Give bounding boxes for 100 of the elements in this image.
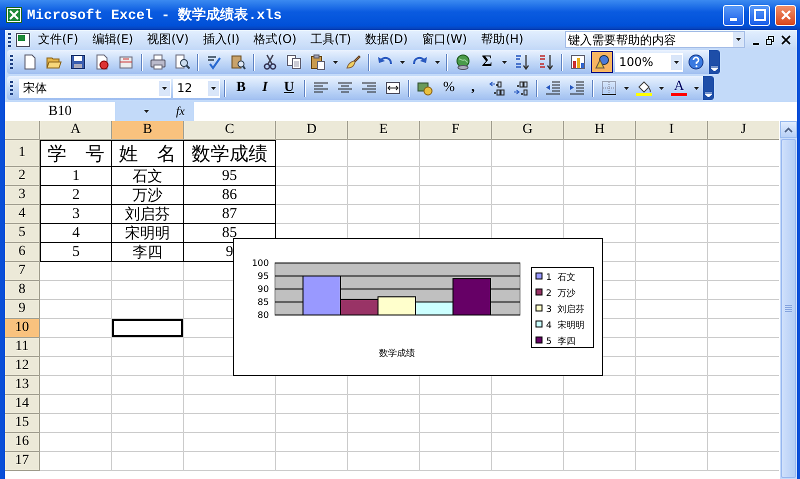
column-header[interactable]: D xyxy=(276,121,348,140)
close-button[interactable] xyxy=(775,4,796,26)
minimize-button[interactable] xyxy=(723,4,744,26)
row-header[interactable]: 10 xyxy=(5,319,40,338)
row-header[interactable]: 11 xyxy=(5,338,40,357)
row-header[interactable]: 16 xyxy=(5,433,40,452)
menu-item[interactable]: 帮助(H) xyxy=(474,30,530,49)
row-header[interactable]: 13 xyxy=(5,376,40,395)
row-header[interactable]: 17 xyxy=(5,452,40,471)
grip-icon xyxy=(785,305,792,312)
percent-button[interactable]: % xyxy=(438,77,460,99)
menu-item[interactable]: 文件(F) xyxy=(31,30,86,49)
currency-icon xyxy=(417,80,433,96)
menu-item[interactable]: 窗口(W) xyxy=(414,30,474,49)
comma-button[interactable]: , xyxy=(462,77,484,99)
toolbar-options-button[interactable] xyxy=(703,76,714,100)
shapes-button[interactable] xyxy=(591,51,613,73)
row-header[interactable]: 1 xyxy=(5,140,40,167)
column-header[interactable]: H xyxy=(564,121,636,140)
legend-label: 1 石文 xyxy=(546,273,576,283)
column-header[interactable]: J xyxy=(708,121,779,140)
sort-descending-icon xyxy=(538,54,554,70)
function-label[interactable]: fx xyxy=(176,102,194,121)
table-cell xyxy=(40,357,112,376)
maximize-button[interactable] xyxy=(749,4,770,26)
italic-button[interactable]: I xyxy=(254,77,276,99)
caret-icon xyxy=(736,38,741,41)
menu-item[interactable]: 视图(V) xyxy=(140,30,196,49)
table-cell xyxy=(40,414,112,433)
menu-item[interactable]: 插入(I) xyxy=(196,30,247,49)
table-cell xyxy=(276,433,348,452)
caret-icon xyxy=(162,86,167,90)
column-header[interactable]: G xyxy=(492,121,564,140)
font-color-button[interactable]: A xyxy=(668,77,690,99)
table-cell xyxy=(420,186,492,205)
table-cell: 学 号 xyxy=(40,140,112,167)
table-cell xyxy=(420,167,492,186)
row-header[interactable]: 6 xyxy=(5,243,40,262)
row-header[interactable]: 3 xyxy=(5,186,40,205)
row-header[interactable]: 8 xyxy=(5,281,40,300)
column-header[interactable]: A xyxy=(40,121,112,140)
print-icon xyxy=(150,54,166,70)
table-cell xyxy=(40,300,112,319)
row-header[interactable]: 15 xyxy=(5,414,40,433)
menu-item[interactable]: 格式(O) xyxy=(246,30,304,49)
save-icon xyxy=(70,54,86,70)
chevron-icon xyxy=(711,66,718,71)
brush-icon xyxy=(345,54,361,70)
table-cell xyxy=(348,140,420,167)
chart-icon xyxy=(570,54,586,70)
book-icon xyxy=(230,54,246,70)
merge-center-icon xyxy=(385,80,401,96)
table-cell xyxy=(636,262,708,281)
table-cell xyxy=(636,224,708,243)
print-preview-icon xyxy=(174,54,190,70)
axis-tick-label: 95 xyxy=(258,272,269,282)
row-header[interactable]: 9 xyxy=(5,300,40,319)
shapes-icon xyxy=(594,54,610,70)
bold-button[interactable]: B xyxy=(230,77,252,99)
caret-icon xyxy=(674,60,679,64)
table-cell xyxy=(348,414,420,433)
table-cell xyxy=(564,452,636,471)
table-cell xyxy=(420,414,492,433)
autosum-button[interactable]: Σ xyxy=(476,51,498,73)
scrollbar-thumb[interactable] xyxy=(781,139,796,478)
toolbar-options-button[interactable] xyxy=(709,50,720,74)
row-header[interactable]: 2 xyxy=(5,167,40,186)
row-header[interactable]: 7 xyxy=(5,262,40,281)
table-cell: 95 xyxy=(184,167,276,186)
legend-label: 2 万沙 xyxy=(546,289,576,299)
row-header[interactable]: 4 xyxy=(5,205,40,224)
minimize-icon xyxy=(753,42,759,44)
zoom-dropdown[interactable]: 100% xyxy=(615,52,683,72)
menu-item[interactable]: 数据(D) xyxy=(358,30,415,49)
column-header[interactable]: C xyxy=(184,121,276,140)
menu-item[interactable]: 工具(T) xyxy=(304,30,358,49)
font-size-dropdown[interactable]: 12 xyxy=(173,78,220,98)
table-cell: 宋明明 xyxy=(112,224,184,243)
menu-item[interactable]: 编辑(E) xyxy=(85,30,140,49)
caret-icon xyxy=(624,86,629,90)
scroll-up-button[interactable] xyxy=(780,121,797,138)
table-cell: 5 xyxy=(40,243,112,262)
row-header[interactable]: 5 xyxy=(5,224,40,243)
table-cell xyxy=(492,140,564,167)
table-cell xyxy=(112,395,184,414)
column-header[interactable]: E xyxy=(348,121,420,140)
table-cell xyxy=(40,433,112,452)
table-cell: 4 xyxy=(40,224,112,243)
table-cell: 李四 xyxy=(112,243,184,262)
help-search-field[interactable]: 键入需要帮助的内容 xyxy=(565,31,745,48)
row-header[interactable]: 12 xyxy=(5,357,40,376)
column-header[interactable]: F xyxy=(420,121,492,140)
table-cell: 86 xyxy=(184,186,276,205)
table-cell: 87 xyxy=(184,205,276,224)
column-header[interactable]: B xyxy=(112,121,184,140)
column-header[interactable]: I xyxy=(636,121,708,140)
underline-button[interactable]: U xyxy=(278,77,300,99)
row-header[interactable]: 14 xyxy=(5,395,40,414)
table-cell xyxy=(40,319,112,338)
font-dropdown[interactable]: 宋体 xyxy=(19,78,171,98)
